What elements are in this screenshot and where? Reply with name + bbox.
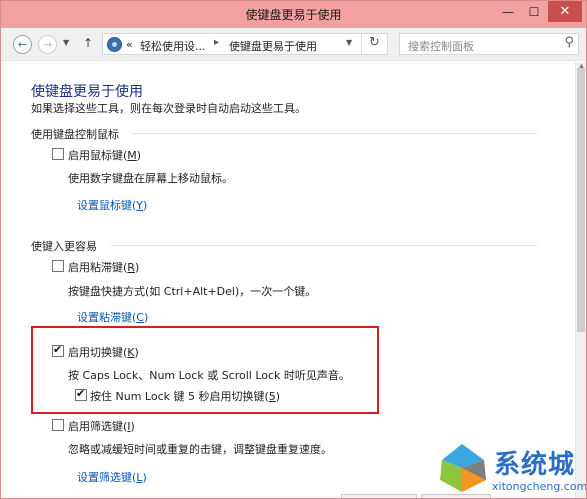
back-button[interactable]: ← <box>13 35 32 54</box>
maximize-button[interactable]: ☐ <box>520 1 548 22</box>
mouse-keys-description: 使用数字键盘在屏幕上移动鼠标。 <box>68 172 233 185</box>
breadcrumb-separator-icon[interactable]: ▸ <box>214 37 219 48</box>
setup-mouse-keys-link[interactable]: 设置鼠标键(Y) <box>77 197 147 213</box>
filter-keys-description: 忽略或减缓短时间或重复的击键，调整键盘重复速度。 <box>68 443 332 456</box>
page-title: 使键盘更易于使用 <box>31 84 143 100</box>
sticky-keys-description: 按键盘快捷方式(如 Ctrl+Alt+Del)，一次一个键。 <box>68 285 317 298</box>
mouse-keys-checkbox[interactable] <box>52 148 64 160</box>
window-title: 使键盘更易于使用 <box>245 8 342 22</box>
search-input[interactable]: 搜索控制面板 <box>408 38 474 54</box>
recent-locations-dropdown[interactable]: ▼ <box>63 38 69 47</box>
access-key-letter: K <box>127 346 135 359</box>
breadcrumb-overflow[interactable]: « <box>126 38 133 51</box>
ok-button[interactable] <box>341 494 417 498</box>
breadcrumb-item-keyboard[interactable]: 使键盘更易于使用 <box>229 38 317 54</box>
watermark-url: xitongcheng.com <box>492 480 587 493</box>
num-lock-hold-checkbox[interactable] <box>75 387 87 401</box>
toggle-keys-description: 按 Caps Lock、Num Lock 或 Scroll Lock 时听见声音… <box>68 369 350 382</box>
title-bar[interactable]: 使键盘更易于使用 — ☐ ✕ <box>1 1 586 28</box>
page-description: 如果选择这些工具，则在每次登录时自动启动这些工具。 <box>31 102 306 115</box>
access-key-letter: L <box>136 471 143 484</box>
access-key-letter: I <box>127 420 131 433</box>
access-key-letter: 5 <box>268 390 276 403</box>
address-bar[interactable]: « 轻松使用设... ▸ 使键盘更易于使用 ▼ ↻ <box>102 33 388 55</box>
access-key-letter: Y <box>136 199 144 212</box>
up-button[interactable]: ↑ <box>83 36 93 50</box>
sticky-keys-label[interactable]: 启用粘滞键(R) <box>68 259 139 275</box>
section-heading-typing: 使键入更容易 <box>31 240 97 253</box>
scrollbar-thumb[interactable] <box>577 68 585 332</box>
close-button[interactable]: ✕ <box>548 1 582 22</box>
toggle-keys-label[interactable]: 启用切换键(K) <box>68 344 139 360</box>
vertical-scrollbar[interactable]: ▲ <box>575 62 586 498</box>
watermark-brand: 系统城 <box>494 450 576 480</box>
setup-filter-keys-link[interactable]: 设置筛选键(L) <box>77 469 147 485</box>
access-key-letter: R <box>127 261 135 274</box>
toggle-keys-checkbox[interactable] <box>52 343 64 357</box>
filter-keys-checkbox[interactable] <box>52 419 64 431</box>
num-lock-hold-label[interactable]: 按住 Num Lock 键 5 秒启用切换键(5) <box>90 388 280 404</box>
xitongcheng-logo-icon <box>440 444 486 492</box>
main-content: 使键盘更易于使用 如果选择这些工具，则在每次登录时自动启动这些工具。 使用键盘控… <box>1 62 575 498</box>
control-panel-icon <box>107 37 122 52</box>
mouse-keys-label[interactable]: 启用鼠标键(M) <box>68 147 141 163</box>
minimize-button[interactable]: — <box>494 1 522 22</box>
breadcrumb-item-ease-of-access[interactable]: 轻松使用设... <box>140 38 206 54</box>
section-divider <box>133 133 537 134</box>
site-watermark: 系统城 xitongcheng.com <box>434 436 587 498</box>
navigation-bar: ← → ▼ ↑ « 轻松使用设... ▸ 使键盘更易于使用 ▼ ↻ 搜索控制面板… <box>1 28 586 61</box>
address-divider <box>361 34 362 54</box>
sticky-keys-checkbox[interactable] <box>52 260 64 272</box>
section-divider <box>111 245 537 246</box>
back-arrow-icon: ← <box>17 38 28 51</box>
refresh-icon[interactable]: ↻ <box>369 35 380 50</box>
section-heading-mouse: 使用键盘控制鼠标 <box>31 128 119 141</box>
access-key-letter: M <box>127 149 137 162</box>
forward-button[interactable]: → <box>38 35 57 54</box>
filter-keys-label[interactable]: 启用筛选键(I) <box>68 418 135 434</box>
search-box[interactable]: 搜索控制面板 ⚲ <box>399 33 579 55</box>
access-key-letter: C <box>136 311 144 324</box>
control-panel-window: 使键盘更易于使用 — ☐ ✕ ← → ▼ ↑ « 轻松使用设... ▸ 使键盘更… <box>0 0 587 499</box>
setup-sticky-keys-link[interactable]: 设置粘滞键(C) <box>77 309 148 325</box>
forward-arrow-icon: → <box>42 38 53 51</box>
search-icon[interactable]: ⚲ <box>564 35 574 50</box>
address-dropdown-icon[interactable]: ▼ <box>346 38 352 47</box>
